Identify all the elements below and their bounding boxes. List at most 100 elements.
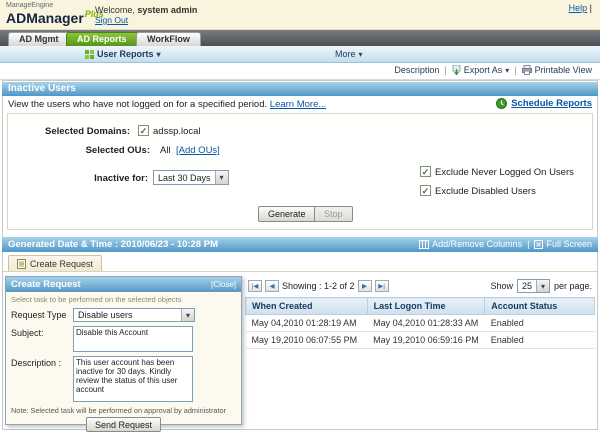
- exclude-disabled-label: Exclude Disabled Users: [435, 186, 536, 197]
- printable-view-label: Printable View: [535, 65, 592, 75]
- stop-button[interactable]: Stop: [314, 206, 353, 222]
- schedule-reports: Schedule Reports: [496, 98, 592, 109]
- user-reports-label: User Reports: [97, 48, 154, 61]
- tab-ad-reports[interactable]: AD Reports: [66, 32, 138, 46]
- subject-label: Subject:: [11, 326, 73, 338]
- description-button[interactable]: Description: [394, 65, 439, 75]
- columns-grid-icon: [419, 240, 429, 249]
- exclude-disabled-checkbox[interactable]: ✓: [420, 185, 431, 196]
- pagination: |◀ ◀ Showing : 1-2 of 2 ▶ ▶|: [248, 279, 389, 293]
- dialog-subtitle: Select task to be performed on the selec…: [6, 292, 241, 306]
- schedule-reports-link[interactable]: Schedule Reports: [511, 98, 592, 109]
- subject-row: Subject: Disable this Account: [6, 324, 241, 354]
- per-page-label: per page.: [554, 281, 592, 291]
- sign-out-link[interactable]: Sign Out: [95, 15, 128, 25]
- chevron-down-icon: ▾: [215, 171, 228, 184]
- user-reports-menu[interactable]: User Reports ▾: [85, 48, 161, 61]
- app-header: ManageEngine ADManagerPlus Welcome, syst…: [0, 0, 600, 30]
- page-size-control: Show 25 ▾ per page.: [490, 279, 592, 293]
- full-screen-icon: [534, 240, 543, 249]
- create-request-tab-label: Create Request: [30, 259, 93, 269]
- export-as-label: Export As: [464, 65, 503, 75]
- pagination-showing-text: Showing : 1-2 of 2: [282, 281, 355, 291]
- logo: ManageEngine ADManagerPlus: [6, 2, 104, 26]
- exclude-never-logged-label: Exclude Never Logged On Users: [435, 167, 574, 178]
- domain-checkbox[interactable]: ✓: [138, 125, 149, 136]
- add-remove-columns-button[interactable]: Add/Remove Columns: [419, 237, 522, 252]
- report-title-bar: Inactive Users: [2, 82, 598, 96]
- tab-workflow[interactable]: WorkFlow: [136, 32, 201, 46]
- col-last-logon-time[interactable]: Last Logon Time: [367, 298, 485, 315]
- dialog-header: Create Request [Close]: [6, 277, 241, 292]
- inactive-for-label: Inactive for:: [0, 173, 148, 184]
- username: system admin: [137, 5, 197, 15]
- cell-when-created: May 19,2010 06:07:55 PM: [246, 332, 368, 349]
- export-as-button[interactable]: Export As ▾: [452, 65, 510, 75]
- cell-status: Enabled: [485, 315, 595, 332]
- dialog-title: Create Request: [11, 277, 81, 292]
- product-name: ADManagerPlus: [6, 10, 104, 26]
- tab-ad-mgmt[interactable]: AD Mgmt: [8, 32, 70, 46]
- inactive-for-value: Last 30 Days: [154, 173, 215, 183]
- generate-button[interactable]: Generate: [258, 206, 316, 222]
- inactive-for-select[interactable]: Last 30 Days ▾: [153, 170, 229, 185]
- more-menu[interactable]: More ▾: [335, 48, 363, 61]
- pagination-first-button[interactable]: |◀: [248, 280, 262, 292]
- selected-domains-label: Selected Domains:: [0, 126, 130, 137]
- welcome-block: Welcome, system admin Sign Out: [95, 5, 197, 25]
- chevron-down-icon: ▾: [359, 48, 363, 61]
- chevron-down-icon: ▾: [181, 309, 194, 321]
- brand-text: ManageEngine: [6, 2, 104, 9]
- reports-menu-bar: User Reports ▾ More ▾: [0, 46, 600, 63]
- dialog-button-row: Send Request: [6, 416, 241, 432]
- welcome-label: Welcome,: [95, 5, 135, 15]
- exclude-never-logged-checkbox[interactable]: ✓: [420, 166, 431, 177]
- description-row: Description : This user account has been…: [6, 354, 241, 404]
- generated-bar: Generated Date & Time : 2010/06/23 - 10:…: [2, 237, 598, 252]
- dialog-close-link[interactable]: [Close]: [211, 277, 236, 292]
- create-request-tab[interactable]: Create Request: [8, 255, 102, 272]
- schedule-clock-icon: [496, 98, 507, 109]
- add-remove-columns-label: Add/Remove Columns: [432, 237, 522, 252]
- subject-input[interactable]: Disable this Account: [73, 326, 193, 352]
- report-toolbar: Description | Export As ▾ | Printable Vi…: [0, 63, 600, 80]
- pagination-last-button[interactable]: ▶|: [375, 280, 389, 292]
- full-screen-button[interactable]: Full Screen: [534, 237, 592, 252]
- create-request-dialog: Create Request [Close] Select task to be…: [5, 276, 242, 425]
- send-request-button[interactable]: Send Request: [86, 417, 161, 432]
- pagination-prev-button[interactable]: ◀: [265, 280, 279, 292]
- col-when-created[interactable]: When Created: [246, 298, 368, 315]
- page-size-select[interactable]: 25 ▾: [517, 279, 550, 293]
- genbar-divider: |: [527, 237, 529, 252]
- cell-status: Enabled: [485, 332, 595, 349]
- request-type-row: Request Type Disable users ▾: [6, 306, 241, 324]
- toolbar-divider: |: [444, 65, 446, 75]
- report-title: Inactive Users: [8, 83, 76, 94]
- toolbar-items: Description | Export As ▾ | Printable Vi…: [394, 65, 592, 75]
- report-intro: View the users who have not logged on fo…: [8, 99, 326, 110]
- printable-view-button[interactable]: Printable View: [522, 65, 592, 75]
- table-row[interactable]: May 04,2010 01:28:19 AM May 04,2010 01:2…: [246, 315, 595, 332]
- request-type-select[interactable]: Disable users ▾: [73, 308, 195, 322]
- show-label: Show: [490, 281, 513, 291]
- page-size-value: 25: [518, 281, 536, 291]
- description-input[interactable]: This user account has been inactive for …: [73, 356, 193, 402]
- export-icon: [452, 65, 461, 75]
- tab-strip-line: [2, 271, 598, 272]
- col-account-status[interactable]: Account Status: [485, 298, 595, 315]
- cell-last-logon: May 19,2010 06:59:16 PM: [367, 332, 485, 349]
- main-tab-bar: AD Mgmt AD Reports WorkFlow: [0, 30, 600, 46]
- generated-bar-links: Add/Remove Columns | Full Screen: [419, 237, 592, 252]
- chevron-down-icon: ▾: [505, 66, 509, 75]
- pagination-next-button[interactable]: ▶: [358, 280, 372, 292]
- selected-ous-label: Selected OUs:: [20, 145, 150, 156]
- add-ous-link[interactable]: [Add OUs]: [176, 145, 220, 156]
- cell-when-created: May 04,2010 01:28:19 AM: [246, 315, 368, 332]
- admanager-page: ManageEngine ADManagerPlus Welcome, syst…: [0, 0, 600, 433]
- domain-name: adssp.local: [153, 126, 201, 137]
- chevron-down-icon: ▾: [157, 48, 161, 61]
- table-row[interactable]: May 19,2010 06:07:55 PM May 19,2010 06:5…: [246, 332, 595, 349]
- learn-more-link[interactable]: Learn More...: [270, 99, 327, 110]
- printer-icon: [522, 65, 532, 75]
- help-link[interactable]: Help: [569, 3, 588, 13]
